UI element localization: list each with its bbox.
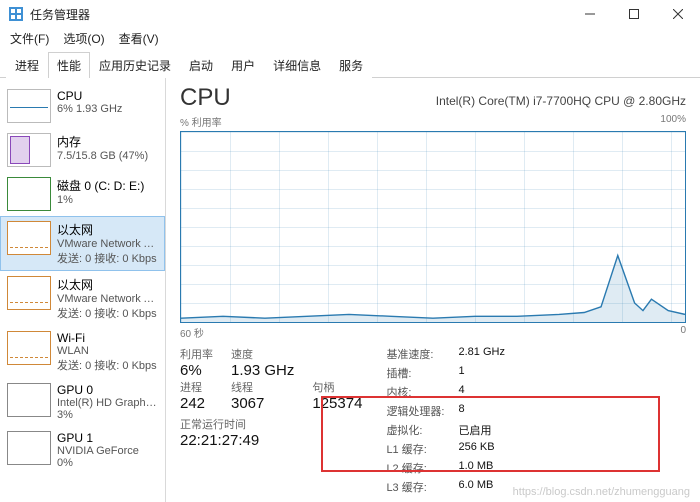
- chart-line-icon: [181, 132, 685, 322]
- chart-x-zero: 0: [680, 325, 686, 340]
- sidebar-item-gpu-1[interactable]: GPU 1 NVIDIA GeForce 0%: [0, 426, 165, 474]
- disk-thumb-icon: [7, 177, 51, 211]
- tab-users[interactable]: 用户: [222, 52, 264, 78]
- sidebar-item-wifi[interactable]: Wi-Fi WLAN 发送: 0 接收: 0 Kbps: [0, 326, 165, 378]
- sidebar-item-memory[interactable]: 内存 7.5/15.8 GB (47%): [0, 128, 165, 172]
- tab-app-history[interactable]: 应用历史记录: [90, 52, 180, 78]
- sidebar-eth0-title: 以太网: [57, 221, 158, 238]
- sidebar-gpu1-sub1: NVIDIA GeForce: [57, 445, 158, 457]
- l2-value: 1.0 MB: [459, 460, 505, 476]
- speed-label: 速度: [231, 346, 294, 362]
- wifi-thumb-icon: [7, 331, 51, 365]
- sidebar-wifi-sub2: 发送: 0 接收: 0 Kbps: [57, 357, 158, 373]
- ethernet-thumb-icon: [7, 276, 51, 310]
- uptime-label: 正常运行时间: [180, 416, 362, 432]
- tab-services[interactable]: 服务: [330, 52, 372, 78]
- sidebar-item-cpu[interactable]: CPU 6% 1.93 GHz: [0, 84, 165, 128]
- thread-label: 线程: [231, 379, 294, 395]
- speed-value: 1.93 GHz: [231, 362, 294, 379]
- sidebar-eth0-sub1: VMware Network Adapter: [57, 238, 158, 250]
- sidebar-mem-sub: 7.5/15.8 GB (47%): [57, 150, 158, 162]
- uptime-value: 22:21:27:49: [180, 432, 362, 449]
- ethernet-thumb-icon: [7, 221, 51, 255]
- menu-bar: 文件(F) 选项(O) 查看(V): [0, 28, 700, 51]
- util-value: 6%: [180, 362, 213, 379]
- minimize-button[interactable]: [568, 0, 612, 28]
- sidebar-item-disk[interactable]: 磁盘 0 (C: D: E:) 1%: [0, 172, 165, 216]
- cpu-model-text: Intel(R) Core(TM) i7-7700HQ CPU @ 2.80GH…: [436, 94, 686, 108]
- sidebar-eth0-sub2: 发送: 0 接收: 0 Kbps: [57, 250, 158, 266]
- menu-file[interactable]: 文件(F): [10, 30, 49, 47]
- maximize-button[interactable]: [612, 0, 656, 28]
- cpu-info-grid: 基准速度:2.81 GHz 插槽:1 内核:4 逻辑处理器:8 虚拟化:已启用 …: [386, 346, 505, 495]
- main-panel: CPU Intel(R) Core(TM) i7-7700HQ CPU @ 2.…: [166, 78, 700, 502]
- sidebar-disk-sub: 1%: [57, 194, 158, 206]
- l3-value: 6.0 MB: [459, 479, 505, 495]
- lprocs-label: 逻辑处理器:: [386, 403, 444, 419]
- sidebar-item-ethernet-1[interactable]: 以太网 VMware Network Adapter 发送: 0 接收: 0 K…: [0, 271, 165, 326]
- sidebar-cpu-sub: 6% 1.93 GHz: [57, 103, 158, 115]
- sidebar-gpu0-title: GPU 0: [57, 383, 158, 397]
- sidebar-wifi-title: Wi-Fi: [57, 331, 158, 345]
- memory-thumb-icon: [7, 133, 51, 167]
- util-label: 利用率: [180, 346, 213, 362]
- sockets-value: 1: [459, 365, 505, 381]
- gpu-thumb-icon: [7, 431, 51, 465]
- sidebar-eth1-sub1: VMware Network Adapter: [57, 293, 158, 305]
- sidebar-item-ethernet-0[interactable]: 以太网 VMware Network Adapter 发送: 0 接收: 0 K…: [0, 216, 165, 271]
- close-button[interactable]: [656, 0, 700, 28]
- sidebar-eth1-sub2: 发送: 0 接收: 0 Kbps: [57, 305, 158, 321]
- tab-details[interactable]: 详细信息: [264, 52, 330, 78]
- sockets-label: 插槽:: [386, 365, 444, 381]
- watermark-text: https://blog.csdn.net/zhumengguang: [513, 486, 690, 498]
- sidebar-cpu-title: CPU: [57, 89, 158, 103]
- app-icon: [8, 6, 24, 22]
- sidebar: CPU 6% 1.93 GHz 内存 7.5/15.8 GB (47%) 磁盘 …: [0, 78, 166, 502]
- base-speed-label: 基准速度:: [386, 346, 444, 362]
- handle-label: 句柄: [312, 379, 362, 395]
- sidebar-gpu0-sub1: Intel(R) HD Graphics: [57, 397, 158, 409]
- virt-label: 虚拟化:: [386, 422, 444, 438]
- menu-options[interactable]: 选项(O): [63, 30, 104, 47]
- tab-startup[interactable]: 启动: [180, 52, 222, 78]
- virt-value: 已启用: [459, 422, 505, 438]
- lprocs-value: 8: [459, 403, 505, 419]
- l1-value: 256 KB: [459, 441, 505, 457]
- proc-value: 242: [180, 395, 213, 412]
- l2-label: L2 缓存:: [386, 460, 444, 476]
- sidebar-mem-title: 内存: [57, 133, 158, 150]
- chart-x-span: 60 秒: [180, 325, 204, 340]
- handle-value: 125374: [312, 395, 362, 412]
- title-bar: 任务管理器: [0, 0, 700, 28]
- cores-label: 内核:: [386, 384, 444, 400]
- menu-view[interactable]: 查看(V): [119, 30, 159, 47]
- tab-processes[interactable]: 进程: [6, 52, 48, 78]
- sidebar-gpu0-sub2: 3%: [57, 409, 158, 421]
- proc-label: 进程: [180, 379, 213, 395]
- cpu-thumb-icon: [7, 89, 51, 123]
- sidebar-item-gpu-0[interactable]: GPU 0 Intel(R) HD Graphics 3%: [0, 378, 165, 426]
- l3-label: L3 缓存:: [386, 479, 444, 495]
- sidebar-gpu1-sub2: 0%: [57, 457, 158, 469]
- sidebar-wifi-sub1: WLAN: [57, 345, 158, 357]
- sidebar-disk-title: 磁盘 0 (C: D: E:): [57, 177, 158, 194]
- tab-performance[interactable]: 性能: [48, 52, 90, 78]
- page-title: CPU: [180, 84, 231, 112]
- cpu-utilization-chart[interactable]: [180, 131, 686, 323]
- gpu-thumb-icon: [7, 383, 51, 417]
- l1-label: L1 缓存:: [386, 441, 444, 457]
- tab-bar: 进程 性能 应用历史记录 启动 用户 详细信息 服务: [0, 51, 700, 78]
- cores-value: 4: [459, 384, 505, 400]
- chart-y-label: % 利用率: [180, 114, 222, 129]
- chart-y-max: 100%: [660, 114, 686, 129]
- thread-value: 3067: [231, 395, 294, 412]
- window-title: 任务管理器: [30, 6, 568, 23]
- base-speed-value: 2.81 GHz: [459, 346, 505, 362]
- sidebar-gpu1-title: GPU 1: [57, 431, 158, 445]
- sidebar-eth1-title: 以太网: [57, 276, 158, 293]
